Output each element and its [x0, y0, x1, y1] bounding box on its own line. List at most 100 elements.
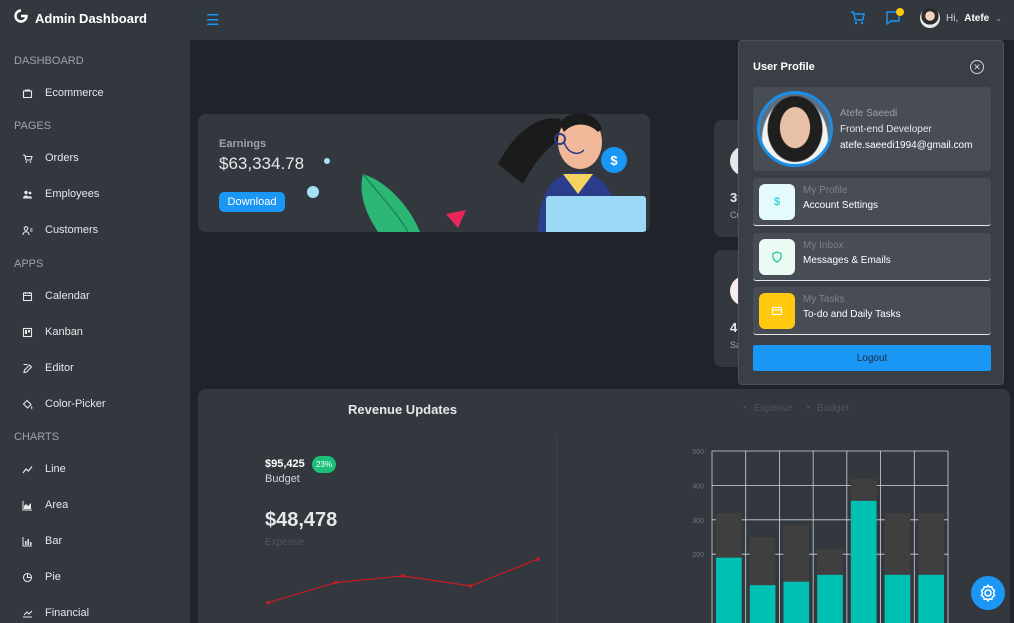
bar-expense[interactable] [749, 585, 776, 623]
bar-expense[interactable] [918, 574, 944, 623]
earnings-value: $63,334.78 [219, 154, 305, 173]
profile-item-main: Account Settings [803, 200, 879, 211]
sidebar-item-pie[interactable]: Pie [22, 571, 61, 583]
avatar [920, 8, 940, 28]
sidebar-item-label: Editor [45, 362, 74, 374]
sidebar-item-label: Financial [45, 607, 90, 619]
financial-icon [22, 608, 33, 619]
sidebar-item-label: Ecommerce [45, 87, 104, 99]
card-icon [759, 293, 795, 329]
line-chart-icon [22, 464, 33, 475]
chevron-down-icon: ⌄ [995, 13, 1002, 23]
bar-expense[interactable] [783, 581, 810, 623]
logout-button[interactable]: Logout [753, 345, 991, 371]
revenue-title: Revenue Updates [348, 402, 458, 417]
user-menu[interactable]: Hi, Atefe ⌄ [920, 8, 1002, 28]
sidebar-item-kanban[interactable]: Kanban [22, 326, 83, 338]
legend-expense: Expense [743, 403, 793, 414]
download-button[interactable]: Download [219, 192, 285, 212]
profile-item-main: To-do and Daily Tasks [803, 309, 901, 320]
sidebar-item-editor[interactable]: Editor [22, 362, 74, 374]
dollar-icon: $ [759, 184, 795, 220]
earnings-illustration: $ [307, 114, 646, 232]
sidebar-item-ecommerce[interactable]: Ecommerce [22, 87, 104, 99]
area-chart-icon [22, 500, 33, 511]
color-drop-icon [22, 399, 33, 410]
bar-expense[interactable] [716, 557, 742, 623]
sidebar-item-label: Calendar [45, 290, 90, 302]
contacts-icon [22, 225, 33, 236]
settings-button[interactable] [971, 576, 1005, 610]
edit-icon [22, 363, 33, 374]
earnings-label: Earnings [219, 138, 267, 150]
cart-icon[interactable] [850, 10, 866, 31]
sidebar-item-label: Orders [45, 152, 79, 164]
brand-logo-icon [14, 9, 28, 27]
profile-role: Front-end Developer [840, 124, 932, 135]
close-icon[interactable]: ✕ [970, 60, 984, 74]
user-greeting: Hi, [946, 12, 959, 24]
chart-legend: Expense Budget [743, 403, 849, 414]
profile-item-sub: My Inbox [803, 240, 844, 251]
profile-item-account-settings[interactable]: $ My Profile Account Settings [753, 178, 991, 226]
bar-expense[interactable] [884, 574, 911, 623]
sparkline-chart [266, 557, 540, 605]
expense-value: $48,478 [265, 509, 338, 531]
sidebar-item-calendar[interactable]: Calendar [22, 290, 90, 302]
cart-icon [22, 153, 33, 164]
profile-item-messages[interactable]: My Inbox Messages & Emails [753, 233, 991, 281]
pie-chart-icon [22, 572, 33, 583]
notification-dot [896, 8, 904, 16]
user-name: Atefe [964, 12, 990, 24]
bar-chart-icon [22, 536, 33, 547]
sidebar-item-financial[interactable]: Financial [22, 607, 89, 619]
sidebar-item-customers[interactable]: Customers [22, 224, 98, 236]
shopping-bag-icon [22, 88, 33, 99]
people-icon [22, 189, 33, 200]
sidebar-item-bar[interactable]: Bar [22, 535, 62, 547]
revenue-bar-chart: 500 400 300 200 [692, 449, 949, 623]
earnings-card: Earnings $63,334.78 Download $ [198, 114, 650, 232]
sidebar-item-label: Bar [45, 535, 63, 547]
sidebar-item-label: Area [45, 499, 69, 511]
expense-label: Expense [265, 537, 304, 548]
svg-text:$: $ [610, 153, 618, 168]
top-bar: Admin Dashboard ☰ Hi, Atefe ⌄ [0, 0, 1014, 40]
budget-value: $95,425 [265, 458, 305, 470]
y-tick-label: 200 [692, 552, 704, 559]
sidebar-item-line[interactable]: Line [22, 463, 66, 475]
popup-title: User Profile [753, 61, 815, 73]
y-tick-label: 300 [692, 518, 704, 525]
profile-email: atefe.saeedi1994@gmail.com [840, 140, 973, 151]
sidebar-section-pages: PAGES [14, 120, 52, 132]
y-tick-label: 500 [692, 449, 704, 456]
sidebar-section-charts: CHARTS [14, 431, 60, 443]
kanban-icon [22, 327, 33, 338]
sparkline-point [536, 557, 540, 561]
hamburger-menu-icon[interactable]: ☰ [206, 11, 219, 29]
sparkline-point [333, 580, 338, 585]
legend-budget: Budget [807, 403, 849, 414]
bar-expense[interactable] [817, 574, 843, 623]
bar-expense[interactable] [850, 500, 877, 623]
budget-badge: 23% [312, 456, 336, 473]
profile-item-tasks[interactable]: My Tasks To-do and Daily Tasks [753, 287, 991, 335]
user-profile-popup: User Profile ✕ Atefe Saeedi Front-end De… [738, 40, 1004, 385]
brand-title: Admin Dashboard [35, 10, 147, 26]
sidebar-item-orders[interactable]: Orders [22, 152, 79, 164]
profile-item-main: Messages & Emails [803, 255, 891, 266]
y-tick-label: 400 [692, 483, 704, 490]
budget-label: Budget [265, 473, 300, 485]
sidebar-item-label: Line [45, 463, 66, 475]
sidebar-item-employees[interactable]: Employees [22, 188, 99, 200]
sparkline-point [468, 584, 473, 588]
sidebar-item-area[interactable]: Area [22, 499, 68, 511]
profile-name: Atefe Saeedi [840, 108, 898, 119]
brand[interactable]: Admin Dashboard [14, 9, 147, 27]
sidebar-section-dashboard: DASHBOARD [14, 55, 84, 67]
calendar-icon [22, 291, 33, 302]
divider [556, 434, 557, 623]
sidebar-item-color-picker[interactable]: Color-Picker [22, 398, 106, 410]
shield-icon [759, 239, 795, 275]
avatar [757, 91, 833, 167]
